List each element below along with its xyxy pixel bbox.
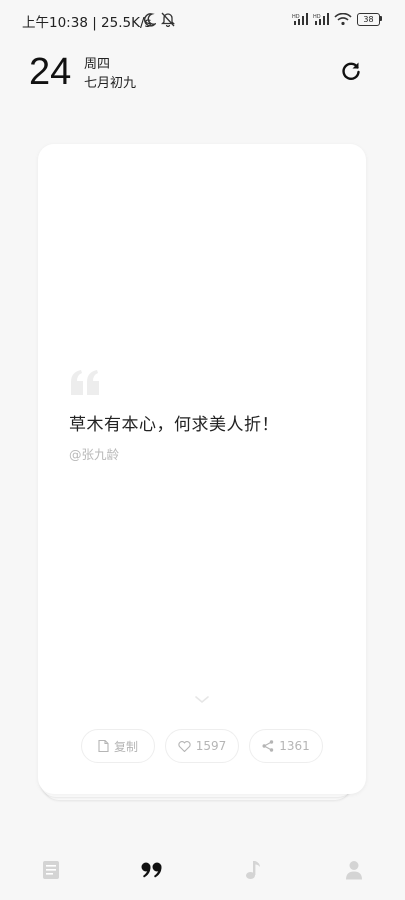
person-icon [346,861,362,880]
quote-text[interactable]: 草木有本心，何求美人折！ [69,410,279,435]
signal-icon-2: HD [313,13,329,25]
quote-icon [141,862,162,878]
copy-label: 复制 [113,739,138,754]
status-time-speed: 上午10:38 | 25.5K/s [22,15,152,31]
share-icon [262,740,274,752]
date-day: 24 [29,51,72,93]
chevron-down-icon[interactable] [195,696,209,704]
refresh-button[interactable] [339,59,363,83]
share-count: 1361 [279,739,310,753]
like-count: 1597 [195,739,227,753]
document-copy-icon [98,740,109,752]
quote-mark-icon [71,370,99,395]
music-note-icon [246,861,260,879]
refresh-icon [342,62,360,80]
quote-card: 草木有本心，何求美人折！ @张九龄 复制 1597 1361 [38,144,366,794]
copy-button[interactable]: 复制 [81,729,155,763]
heart-icon [178,740,191,752]
nav-tab-music[interactable] [241,858,265,882]
moon-icon [144,13,156,27]
nav-tab-profile[interactable] [342,858,366,882]
nav-tab-quotes[interactable] [140,858,164,882]
share-button[interactable]: 1361 [249,729,323,763]
document-icon [43,861,59,879]
battery-indicator: 38 [357,13,380,26]
battery-nub [380,16,382,21]
date-weekday: 周四 [84,57,111,72]
status-bar: 上午10:38 | 25.5K/s HD HD 38 [0,0,405,40]
lunar-date: 七月初九 [84,76,137,91]
bell-off-icon [161,12,175,27]
signal-icon: HD [292,13,308,25]
bottom-nav [0,840,405,900]
quote-author: @张九龄 [69,447,120,462]
wifi-icon [334,13,352,25]
nav-tab-articles[interactable] [39,858,63,882]
like-button[interactable]: 1597 [165,729,239,763]
